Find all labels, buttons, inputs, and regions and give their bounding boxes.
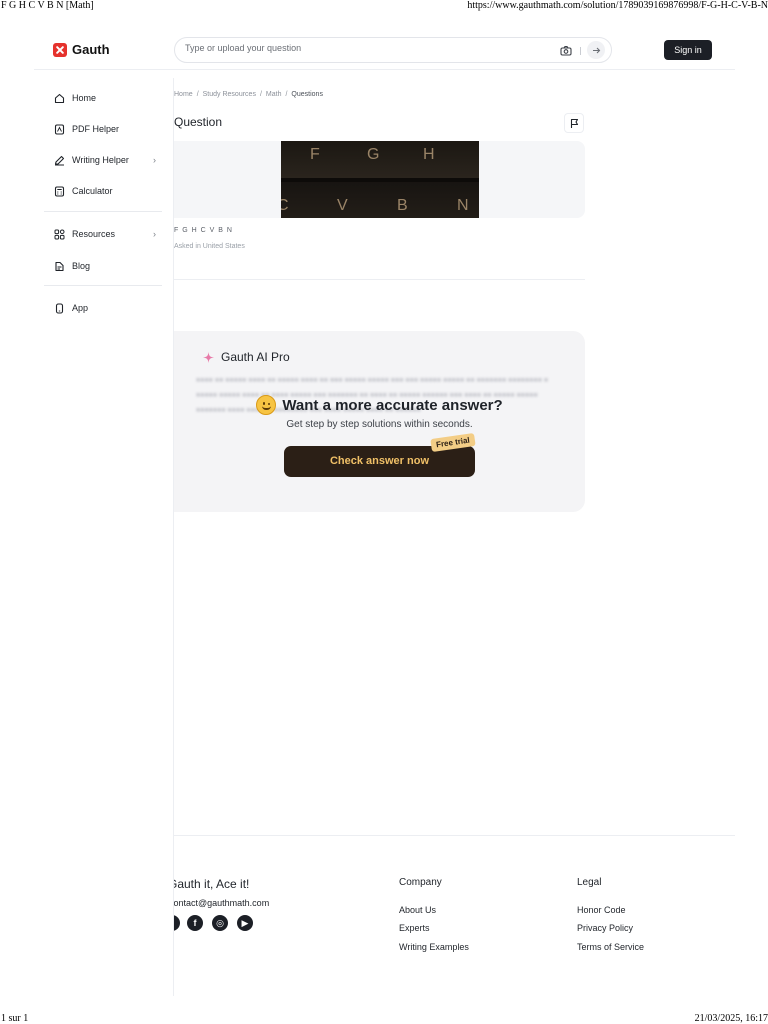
footer-link-writing-examples[interactable]: Writing Examples [399, 942, 469, 952]
content-divider [174, 279, 585, 280]
key-label: V [337, 197, 348, 214]
sidebar-item-label: App [72, 303, 89, 313]
breadcrumb-home[interactable]: Home [174, 91, 193, 98]
facebook-icon[interactable]: f [187, 915, 203, 931]
print-page-title: F G H C V B N [Math] [1, 0, 94, 11]
footer-email-link[interactable]: contact@gauthmath.com [174, 898, 269, 908]
search-divider [580, 47, 581, 55]
check-answer-button[interactable]: Check answer now [284, 446, 475, 477]
footer-company-title: Company [399, 877, 442, 888]
sidebar-item-label: Blog [72, 261, 91, 271]
sparkle-icon [203, 351, 214, 363]
phone-icon [55, 302, 64, 314]
youtube-icon[interactable]: ▶ [237, 915, 253, 931]
key-label: G [367, 146, 380, 163]
sidebar: Home PDF Helper Writing Helper › Calcula… [34, 78, 174, 996]
grid-icon [54, 229, 65, 239]
breadcrumb: Home / Study Resources / Math / Questions [174, 91, 323, 98]
key-label: H [423, 146, 435, 163]
question-title: Question [174, 115, 223, 129]
chevron-right-icon: › [153, 155, 156, 165]
sidebar-item-label: PDF Helper [72, 124, 120, 134]
sidebar-item-label: Resources [72, 229, 116, 239]
chevron-right-icon: › [153, 229, 156, 239]
footer-link-experts[interactable]: Experts [399, 923, 430, 933]
submit-arrow-icon[interactable] [587, 41, 605, 59]
instagram-icon[interactable]: ◎ [212, 915, 228, 931]
print-datetime: 21/03/2025, 16:17 [694, 1013, 768, 1024]
ai-pro-header: Gauth AI Pro [202, 350, 290, 364]
camera-icon[interactable] [560, 45, 572, 57]
ai-pro-card: Gauth AI Pro ■■■■ ■■ ■■■■■ ■■■■ ■■ ■■■■■… [174, 331, 585, 512]
sidebar-divider [44, 211, 162, 212]
sidebar-item-calculator[interactable]: Calculator [54, 183, 156, 199]
print-page-url: https://www.gauthmath.com/solution/17890… [467, 0, 768, 11]
key-label: F [310, 146, 320, 163]
cta-title-text: Want a more accurate answer? [282, 396, 503, 414]
question-image[interactable]: F G H C V B N [281, 141, 479, 218]
sidebar-item-pdf-helper[interactable]: PDF Helper [54, 121, 156, 137]
ai-pro-title: Gauth AI Pro [221, 350, 290, 364]
calculator-icon [54, 185, 65, 197]
social-links: ♪ f ◎ ▶ [174, 915, 264, 933]
footer-email: contact@gauthmath.com [174, 898, 294, 908]
footer-link-about-us[interactable]: About Us [399, 905, 436, 915]
report-button[interactable] [564, 113, 584, 133]
pen-icon [54, 155, 65, 166]
blog-icon [55, 261, 64, 271]
footer-slogan-text: Gauth it, Ace it! [174, 877, 250, 891]
footer-link-privacy-policy[interactable]: Privacy Policy [577, 923, 633, 933]
search-input[interactable] [185, 43, 545, 53]
breadcrumb-math[interactable]: Math [266, 91, 282, 98]
key-label: B [397, 197, 408, 214]
sidebar-item-blog[interactable]: Blog [54, 258, 156, 274]
sidebar-item-resources[interactable]: Resources › [54, 226, 156, 242]
sidebar-divider [44, 285, 162, 286]
footer-legal-title: Legal [577, 877, 602, 888]
cta-heading: Want a more accurate answer? [174, 395, 585, 415]
question-image-card: F G H C V B N [174, 141, 585, 218]
footer-slogan: Gauth it, Ace it! [174, 877, 294, 891]
wink-emoji-icon [256, 395, 277, 415]
footer-divider [174, 835, 735, 836]
sidebar-item-writing-helper[interactable]: Writing Helper › [54, 152, 156, 168]
sidebar-item-home[interactable]: Home [54, 90, 156, 106]
question-location: Asked in United States [174, 243, 245, 250]
key-label: N [457, 197, 469, 214]
sidebar-item-label: Home [72, 93, 97, 103]
flag-icon [570, 118, 578, 128]
footer-link-honor-code[interactable]: Honor Code [577, 905, 626, 915]
tiktok-icon[interactable]: ♪ [174, 915, 180, 931]
sign-in-button[interactable]: Sign in [664, 40, 712, 60]
home-icon [54, 93, 65, 103]
breadcrumb-questions[interactable]: Questions [291, 91, 323, 98]
logo-text: Gauth [72, 42, 110, 57]
gauth-logo-icon [53, 42, 67, 57]
sidebar-item-app[interactable]: App [54, 300, 156, 316]
sidebar-item-label: Writing Helper [72, 155, 129, 165]
gauth-logo[interactable]: Gauth [53, 42, 110, 57]
key-gap [281, 178, 479, 182]
footer-link-terms-of-service[interactable]: Terms of Service [577, 942, 644, 952]
top-navigation-bar: Gauth Sign in [34, 34, 735, 70]
search-bar [174, 37, 612, 63]
breadcrumb-study-resources[interactable]: Study Resources [203, 91, 256, 98]
pdf-icon [54, 123, 65, 135]
print-page-number: 1 sur 1 [1, 1013, 29, 1024]
sidebar-item-label: Calculator [72, 186, 113, 196]
key-label: C [281, 197, 289, 214]
cta-subtitle: Get step by step solutions within second… [286, 419, 473, 430]
question-text: F G H C V B N [174, 227, 233, 234]
